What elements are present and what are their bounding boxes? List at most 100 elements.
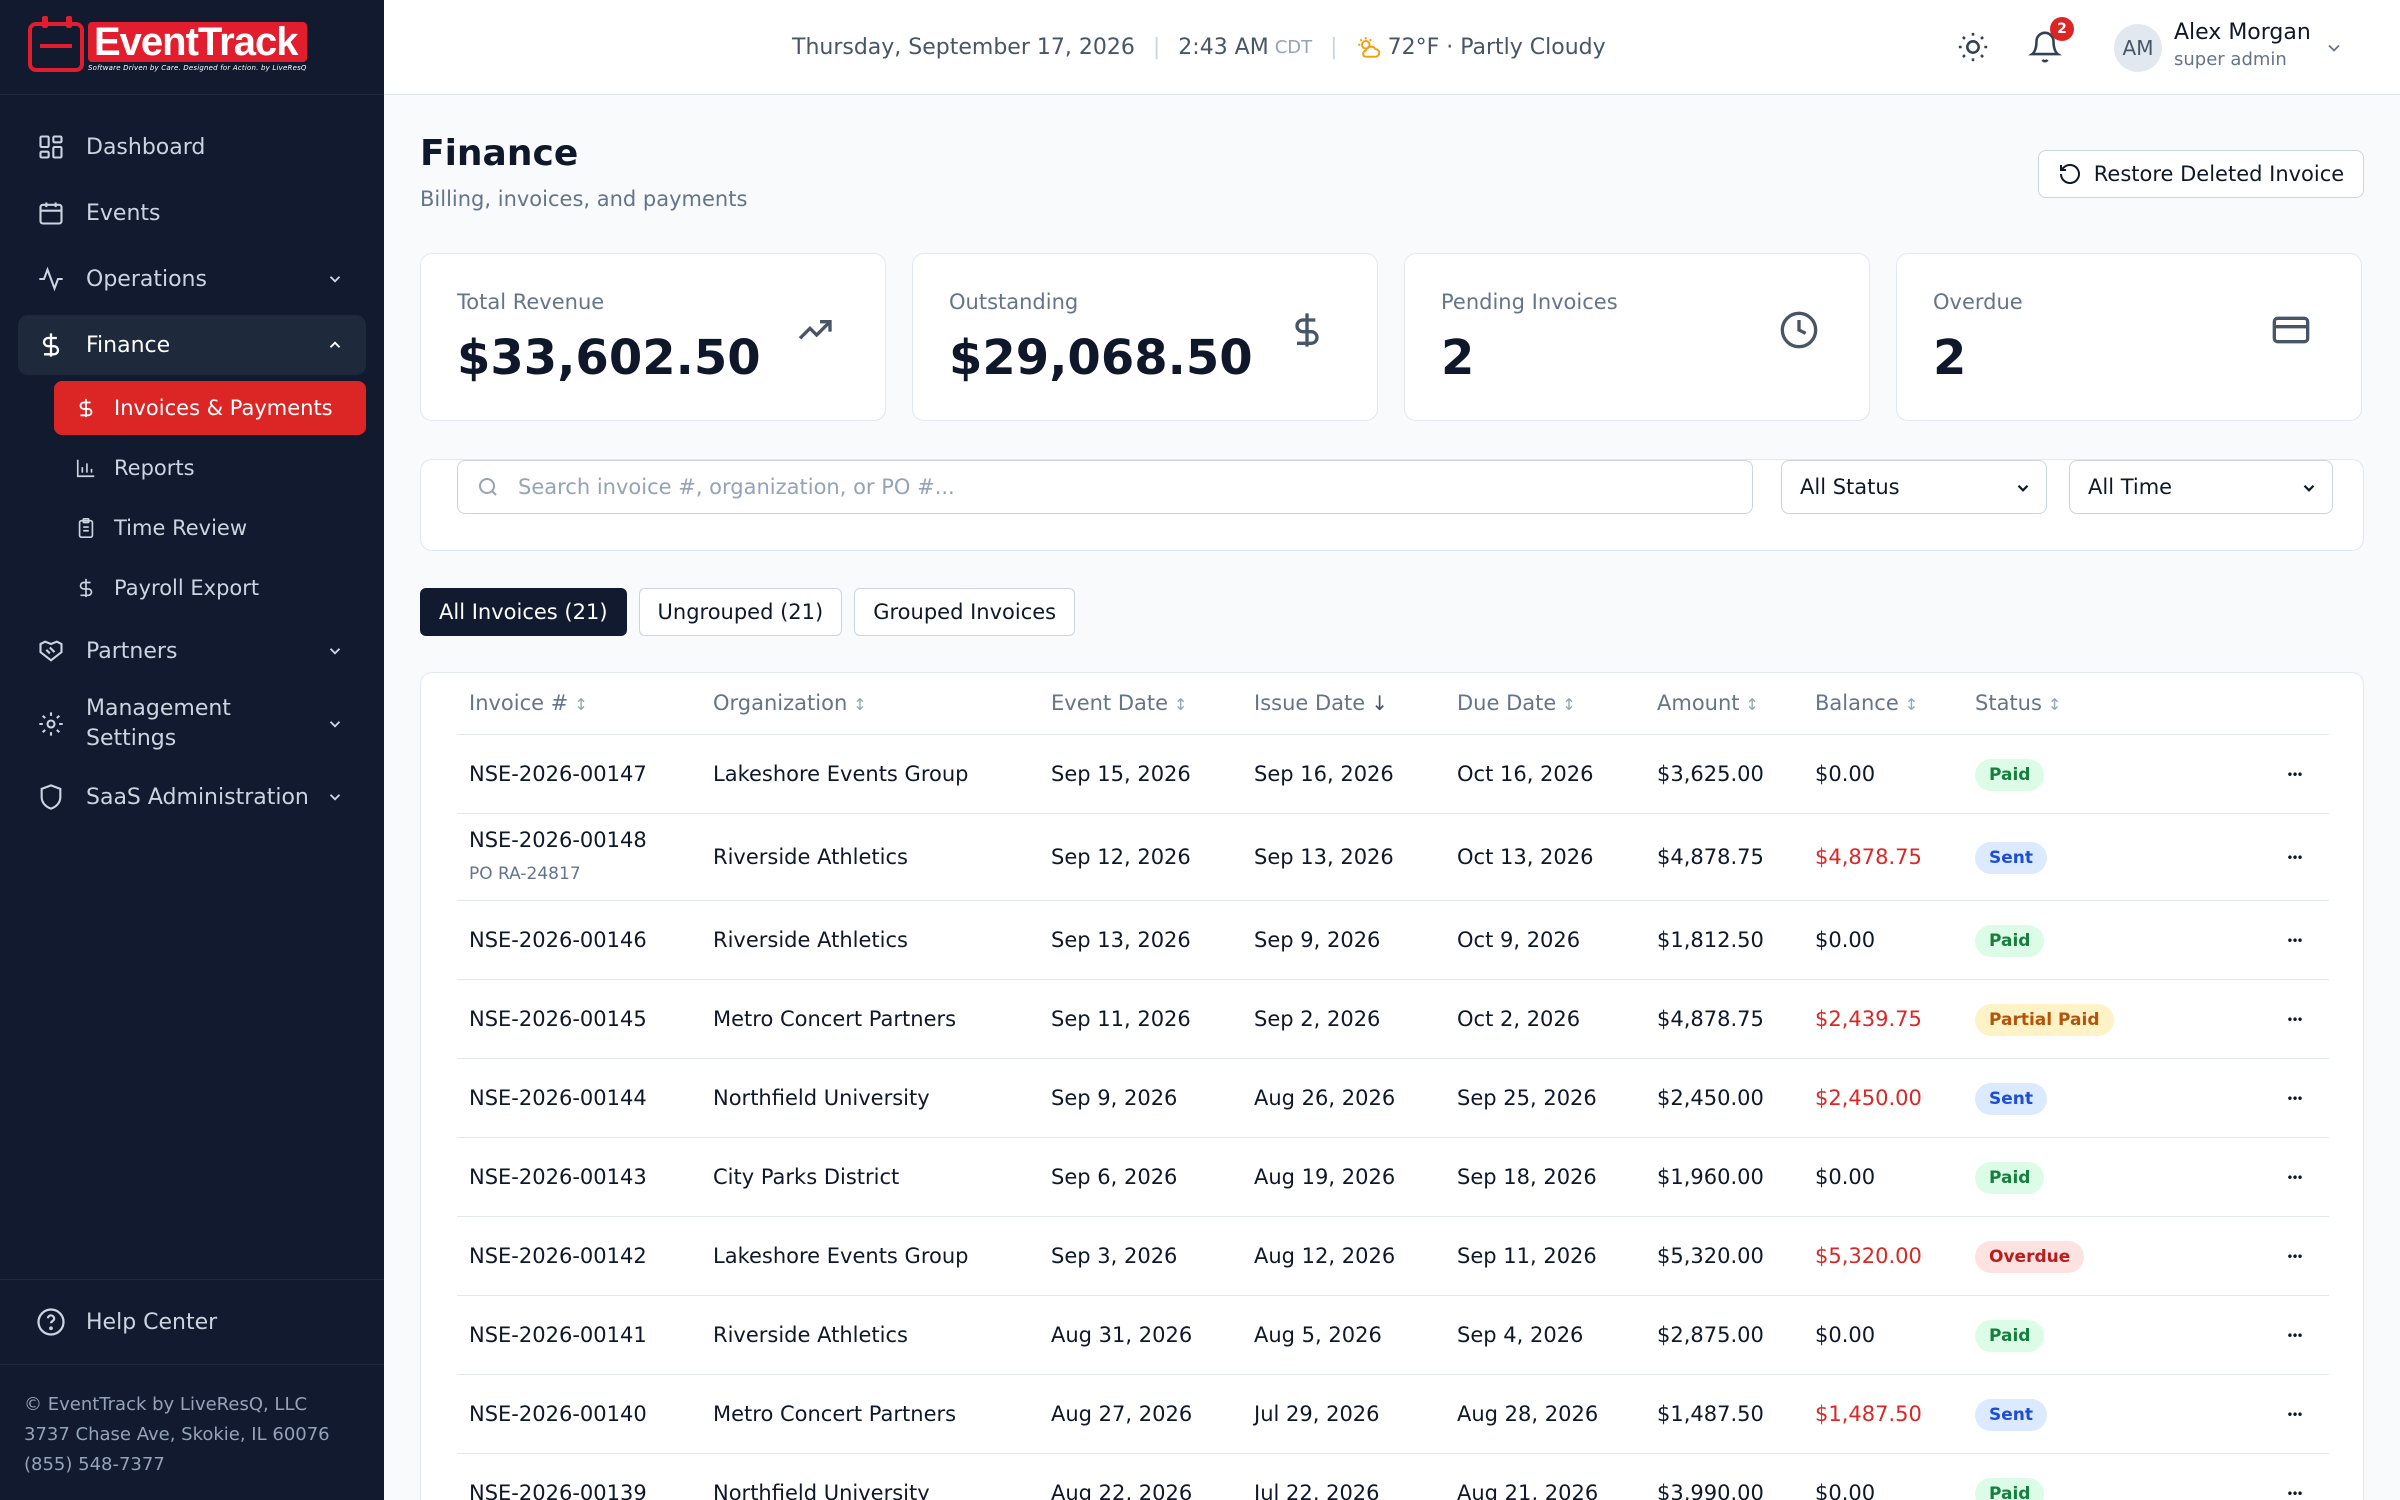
cell-issue: Jul 29, 2026 (1254, 1402, 1380, 1426)
cell-invoice: NSE-2026-00148 (469, 828, 647, 852)
stat-value: 2 (1441, 330, 1475, 386)
search-input[interactable] (518, 475, 1718, 499)
sidebar-subitem-payroll-export[interactable]: Payroll Export (54, 561, 366, 615)
activity-icon (36, 264, 66, 294)
sidebar-subitem-time-review[interactable]: Time Review (54, 501, 366, 555)
user-menu[interactable]: Alex Morgan super admin (2174, 20, 2311, 70)
column-header-organization[interactable]: Organization ↕ (713, 691, 867, 715)
cell-amount: $3,625.00 (1657, 762, 1764, 786)
cell-event: Sep 9, 2026 (1051, 1086, 1178, 1110)
status-select-value: All Status (1800, 475, 1900, 499)
datetime-weather: Thursday, September 17, 2026 | 2:43 AM C… (792, 35, 1606, 60)
footer-phone: (855) 548-7377 (24, 1454, 165, 1475)
tab-ungrouped[interactable]: Ungrouped (21) (638, 588, 843, 636)
dollar-icon (1295, 313, 1319, 347)
table-row[interactable]: NSE-2026-00141 Riverside Athletics Aug 31,… (457, 1296, 2329, 1375)
help-circle-icon (37, 1308, 65, 1336)
table-row[interactable]: NSE-2026-00143 City Parks District Sep 6, … (457, 1138, 2329, 1217)
more-actions-icon[interactable]: ••• (2279, 1321, 2309, 1351)
cell-amount: $2,450.00 (1657, 1086, 1764, 1110)
time-select-value: All Time (2088, 475, 2173, 499)
cell-event: Sep 15, 2026 (1051, 762, 1191, 786)
column-header-amount[interactable]: Amount ↕ (1657, 691, 1759, 715)
cell-org: Northfield University (713, 1481, 930, 1500)
cell-balance: $2,439.75 (1815, 1007, 1922, 1031)
credit-card-icon (2272, 316, 2310, 344)
stat-label: Pending Invoices (1441, 290, 1618, 314)
stat-label: Overdue (1933, 290, 2023, 314)
more-actions-icon[interactable]: ••• (2279, 1479, 2309, 1500)
stat-value: 2 (1933, 330, 1967, 386)
more-actions-icon[interactable]: ••• (2279, 843, 2309, 873)
sidebar-subitem-invoices-payments[interactable]: Invoices & Payments (54, 381, 366, 435)
more-actions-icon[interactable]: ••• (2279, 760, 2309, 790)
table-row[interactable]: NSE-2026-00148 Riverside Athletics Sep 12,… (457, 814, 2329, 901)
sidebar-item-finance[interactable]: Finance (18, 315, 366, 375)
logo[interactable]: EventTrack Software Driven by Care. Desi… (0, 0, 384, 95)
restore-deleted-invoice-button[interactable]: Restore Deleted Invoice (2038, 150, 2364, 198)
sidebar-item-events[interactable]: Events (18, 183, 366, 243)
tab-grouped-invoices[interactable]: Grouped Invoices (854, 588, 1076, 636)
cell-invoice: NSE-2026-00145 (469, 1007, 647, 1031)
sun-icon[interactable] (1956, 30, 1990, 64)
column-header-due-date[interactable]: Due Date ↕ (1457, 691, 1576, 715)
avatar[interactable]: AM (2114, 24, 2162, 72)
sidebar-subitem-reports[interactable]: Reports (54, 441, 366, 495)
user-name: Alex Morgan (2174, 20, 2311, 45)
table-row[interactable]: NSE-2026-00146 Riverside Athletics Sep 13,… (457, 901, 2329, 980)
cell-event: Sep 3, 2026 (1051, 1244, 1178, 1268)
more-actions-icon[interactable]: ••• (2279, 1005, 2309, 1035)
sidebar-item-operations[interactable]: Operations (18, 249, 366, 309)
sidebar-item-partners[interactable]: Partners (18, 621, 366, 681)
more-actions-icon[interactable]: ••• (2279, 1163, 2309, 1193)
sidebar-item-label: Operations (86, 266, 207, 292)
search-box[interactable] (457, 460, 1753, 514)
cell-org: Metro Concert Partners (713, 1007, 957, 1031)
table-row[interactable]: NSE-2026-00145 Metro Concert Partners Sep … (457, 980, 2329, 1059)
column-header-balance[interactable]: Balance ↕ (1815, 691, 1918, 715)
sidebar-item-dashboard[interactable]: Dashboard (18, 117, 366, 177)
column-header-status[interactable]: Status ↕ (1975, 691, 2061, 715)
sidebar-item-management-settings[interactable]: Management Settings (18, 687, 366, 761)
notification-badge: 2 (2050, 17, 2074, 41)
cell-due: Oct 2, 2026 (1457, 1007, 1581, 1031)
timezone: CDT (1274, 37, 1313, 58)
cell-balance: $1,487.50 (1815, 1402, 1922, 1426)
cell-balance: $0.00 (1815, 928, 1876, 952)
table-row[interactable]: NSE-2026-00140 Metro Concert Partners Aug … (457, 1375, 2329, 1454)
more-actions-icon[interactable]: ••• (2279, 1084, 2309, 1114)
cell-issue: Sep 16, 2026 (1254, 762, 1394, 786)
column-header-event-date[interactable]: Event Date ↕ (1051, 691, 1187, 715)
invoice-tabs: All Invoices (21) Ungrouped (21) Grouped… (420, 588, 1087, 636)
status-badge: Paid (1975, 1320, 2045, 1352)
dollar-icon (74, 396, 98, 420)
chevron-down-icon (329, 276, 341, 283)
column-header-invoice[interactable]: Invoice # ↕ (469, 691, 588, 715)
table-row[interactable]: NSE-2026-00147 Lakeshore Events Group Sep … (457, 735, 2329, 814)
cell-invoice: NSE-2026-00144 (469, 1086, 647, 1110)
more-actions-icon[interactable]: ••• (2279, 1242, 2309, 1272)
status-select[interactable]: All Status (1781, 460, 2047, 514)
table-row[interactable]: NSE-2026-00144 Northfield University Sep 9… (457, 1059, 2329, 1138)
cell-balance: $5,320.00 (1815, 1244, 1922, 1268)
status-badge: Partial Paid (1975, 1004, 2114, 1036)
time-select[interactable]: All Time (2069, 460, 2333, 514)
table-row[interactable]: NSE-2026-00139 Northfield University Aug 2… (457, 1454, 2329, 1500)
tab-all-invoices[interactable]: All Invoices (21) (420, 588, 627, 636)
user-role: super admin (2174, 49, 2287, 70)
help-center-link[interactable]: Help Center (0, 1279, 384, 1365)
sidebar-item-label: Partners (86, 638, 178, 664)
help-center-label: Help Center (86, 1309, 218, 1335)
more-actions-icon[interactable]: ••• (2279, 926, 2309, 956)
sidebar-item-saas-administration[interactable]: SaaS Administration (18, 767, 366, 827)
page-title: Finance (420, 133, 579, 174)
table-row[interactable]: NSE-2026-00142 Lakeshore Events Group Sep … (457, 1217, 2329, 1296)
cell-amount: $2,875.00 (1657, 1323, 1764, 1347)
current-time: 2:43 AM (1178, 35, 1269, 60)
cell-amount: $4,878.75 (1657, 1007, 1764, 1031)
more-actions-icon[interactable]: ••• (2279, 1400, 2309, 1430)
handshake-icon (36, 636, 66, 666)
chevron-down-icon[interactable] (2324, 38, 2344, 58)
column-header-issue-date[interactable]: Issue Date ↓ (1254, 691, 1388, 715)
stat-label: Outstanding (949, 290, 1079, 314)
